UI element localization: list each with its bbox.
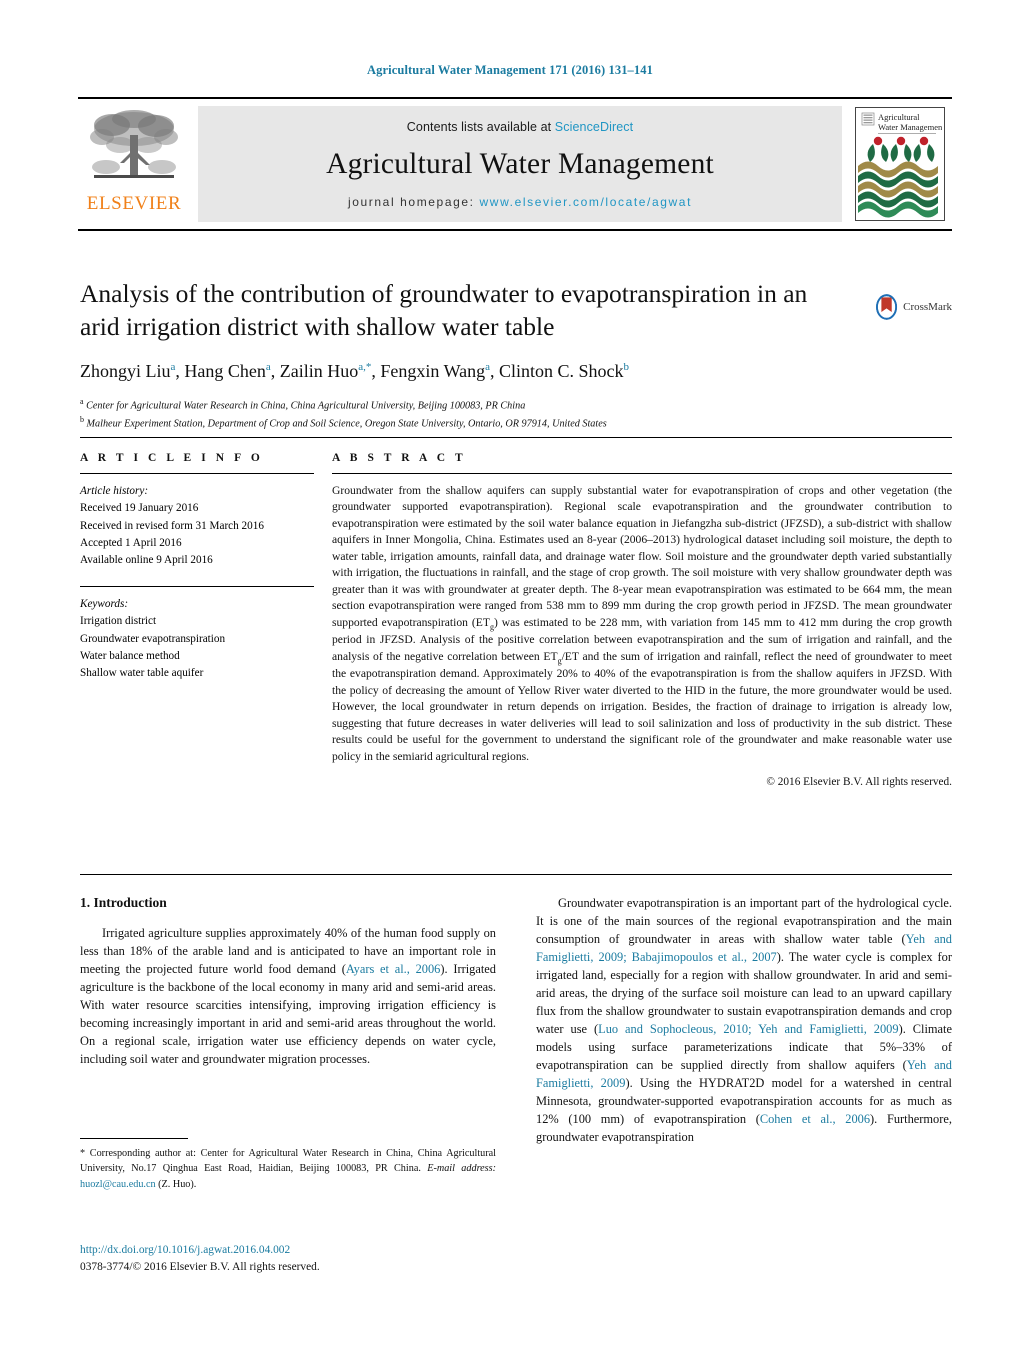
body-column-right: Groundwater evapotranspiration is an imp… xyxy=(536,895,952,1147)
svg-text:Water Management: Water Management xyxy=(878,122,942,132)
keyword-item: Water balance method xyxy=(80,649,180,662)
journal-title: Agricultural Water Management xyxy=(326,148,714,180)
elsevier-wordmark: ELSEVIER xyxy=(86,193,182,214)
keyword-item: Shallow water table aquifer xyxy=(80,667,204,680)
running-head: Agricultural Water Management 171 (2016)… xyxy=(367,63,653,77)
elsevier-logo: ELSEVIER xyxy=(78,99,190,229)
page-title: Analysis of the contribution of groundwa… xyxy=(80,279,808,342)
divider xyxy=(80,473,314,474)
contents-prefix: Contents lists available at xyxy=(406,120,555,134)
keyword-item: Irrigation district xyxy=(80,615,157,628)
crossmark-badge[interactable]: CrossMark xyxy=(874,285,952,329)
keyword-item: Groundwater evapotranspiration xyxy=(80,632,226,645)
footer-doi-block: http://dx.doi.org/10.1016/j.agwat.2016.0… xyxy=(80,1242,540,1276)
divider-above-body xyxy=(80,874,952,875)
journal-cover-block: Agricultural Water Management xyxy=(848,99,952,229)
divider xyxy=(332,473,952,474)
cover-artwork-icon: Agricultural Water Management xyxy=(856,108,944,218)
svg-text:Agricultural: Agricultural xyxy=(878,112,920,122)
divider xyxy=(80,585,314,587)
keywords-title: Keywords: xyxy=(80,597,129,610)
divider-above-abstract xyxy=(80,437,952,438)
crossmark-label: CrossMark xyxy=(903,301,952,313)
homepage-prefix: journal homepage: xyxy=(347,195,480,209)
abstract-column: A B S T R A C T Groundwater from the sha… xyxy=(332,452,952,788)
history-item: Accepted 1 April 2016 xyxy=(80,537,182,550)
corresponding-author-footnote: * Corresponding author at: Center for Ag… xyxy=(80,1138,496,1192)
footnote-text: * Corresponding author at: Center for Ag… xyxy=(80,1146,496,1192)
sciencedirect-link[interactable]: ScienceDirect xyxy=(555,120,633,134)
affiliation-marker: a xyxy=(80,396,84,406)
title-block: Analysis of the contribution of groundwa… xyxy=(80,277,952,432)
article-info-column: A R T I C L E I N F O Article history: R… xyxy=(80,452,332,788)
journal-homepage-line: journal homepage: www.elsevier.com/locat… xyxy=(348,195,692,209)
journal-cover-thumbnail: Agricultural Water Management xyxy=(855,107,945,221)
article-history-title: Article history: xyxy=(80,485,149,497)
affiliation-marker: b xyxy=(80,414,84,424)
paper-page: Agricultural Water Management 171 (2016)… xyxy=(0,0,1020,1351)
abstract-text: Groundwater from the shallow aquifers ca… xyxy=(332,484,952,763)
affiliation-item: b Malheur Experiment Station, Department… xyxy=(80,414,952,432)
email-suffix: (Z. Huo). xyxy=(158,1178,197,1190)
doi-link[interactable]: http://dx.doi.org/10.1016/j.agwat.2016.0… xyxy=(80,1242,540,1259)
crossmark-icon xyxy=(876,294,898,320)
affiliation-text: Center for Agricultural Water Research i… xyxy=(86,400,526,412)
journal-homepage-link[interactable]: www.elsevier.com/locate/agwat xyxy=(480,195,692,209)
body-column-left: 1. Introduction Irrigated agriculture su… xyxy=(80,895,496,1147)
abstract-heading: A B S T R A C T xyxy=(332,452,467,464)
abstract-copyright: © 2016 Elsevier B.V. All rights reserved… xyxy=(766,776,952,789)
elsevier-tree-icon xyxy=(90,110,178,178)
journal-banner: Contents lists available at ScienceDirec… xyxy=(198,106,842,222)
journal-masthead: ELSEVIER Contents lists available at Sci… xyxy=(78,97,952,231)
email-link[interactable]: huozl@cau.edu.cn xyxy=(80,1179,156,1190)
article-info-heading: A R T I C L E I N F O xyxy=(80,452,264,464)
history-item: Received in revised form 31 March 2016 xyxy=(80,519,264,532)
history-item: Received 19 January 2016 xyxy=(80,502,199,515)
email-label: E-mail address: xyxy=(427,1163,496,1175)
introduction-paragraph-left: Irrigated agriculture supplies approxima… xyxy=(80,926,497,1066)
author-list: Zhongyi Liua, Hang Chena, Zailin Huoa,*,… xyxy=(80,361,630,382)
affiliation-item: a Center for Agricultural Water Research… xyxy=(80,396,952,414)
contents-available-line: Contents lists available at ScienceDirec… xyxy=(407,120,633,134)
footnote-divider xyxy=(80,1138,188,1139)
info-abstract-region: A R T I C L E I N F O Article history: R… xyxy=(80,452,952,788)
history-item: Available online 9 April 2016 xyxy=(80,554,213,567)
section-heading-introduction: 1. Introduction xyxy=(80,895,167,910)
introduction-paragraph-right: Groundwater evapotranspiration is an imp… xyxy=(536,896,953,1144)
affiliation-text: Malheur Experiment Station, Department o… xyxy=(86,418,607,430)
issn-copyright-line: 0378-3774/© 2016 Elsevier B.V. All right… xyxy=(80,1261,320,1274)
affiliation-list: a Center for Agricultural Water Research… xyxy=(80,396,952,432)
body-columns: 1. Introduction Irrigated agriculture su… xyxy=(80,895,952,1147)
